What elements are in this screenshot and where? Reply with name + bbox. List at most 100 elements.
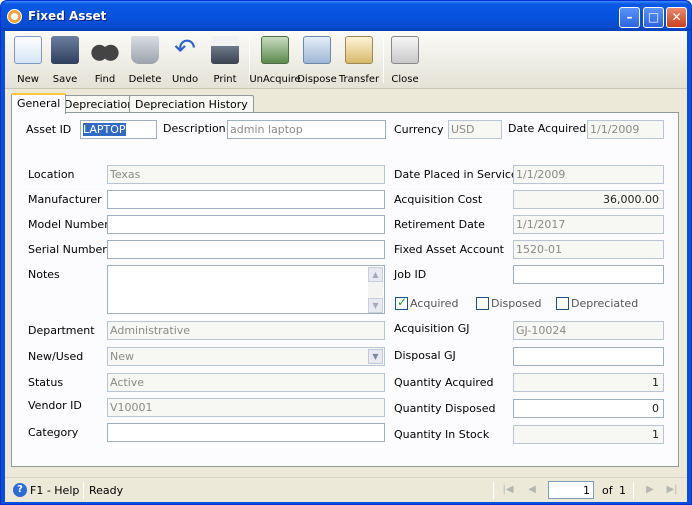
acquired-label: Acquired (410, 297, 459, 310)
manufacturer-label: Manufacturer (28, 193, 102, 206)
quantity-in-stock-label: Quantity In Stock (394, 428, 490, 441)
help-icon[interactable]: ? (13, 483, 27, 497)
tab-general[interactable]: General (11, 93, 67, 114)
notes-scrollbar[interactable]: ▲ ▼ (368, 267, 383, 313)
department-field[interactable]: Administrative (107, 321, 385, 340)
asset-id-value: LAPTOP (83, 123, 126, 136)
description-label: Description (163, 122, 226, 135)
quantity-disposed-label: Quantity Disposed (394, 402, 496, 415)
status-field[interactable]: Active (107, 373, 385, 392)
recycle-bin-icon (131, 36, 159, 64)
scroll-up-icon[interactable]: ▲ (368, 267, 383, 282)
floppy-disk-icon (51, 36, 79, 64)
header-divider (20, 186, 670, 187)
model-number-field[interactable] (107, 215, 385, 234)
tab-depreciation[interactable]: Depreciation (58, 95, 141, 113)
status-separator (83, 482, 84, 499)
currency-field[interactable]: USD (448, 120, 502, 139)
new-used-dropdown[interactable]: New ▼ (107, 347, 385, 366)
acquired-checkbox[interactable] (395, 295, 408, 310)
currency-label: Currency (394, 123, 444, 136)
first-page-icon[interactable]: |◀ (501, 483, 515, 497)
status-bar: ? F1 - Help Ready |◀ ◀ 1 of 1 ▶ ▶| (5, 477, 687, 502)
retirement-date-field[interactable]: 1/1/2017 (513, 215, 664, 234)
vendor-id-field[interactable]: V10001 (107, 398, 385, 417)
depreciated-label: Depreciated (571, 297, 639, 310)
vendor-id-label: Vendor ID (28, 399, 82, 412)
notes-label: Notes (28, 268, 60, 281)
transfer-button[interactable]: Transfer (339, 34, 379, 88)
new-used-value: New (110, 350, 134, 363)
dispose-button[interactable]: Dispose (297, 34, 337, 88)
undo-arrow-icon: ↶ (174, 34, 196, 64)
minimize-button[interactable]: – (619, 7, 640, 28)
print-label: Print (213, 74, 237, 85)
job-id-field[interactable] (513, 265, 664, 284)
binoculars-icon (91, 36, 119, 64)
print-button[interactable]: Print (205, 34, 245, 88)
quantity-acquired-field[interactable]: 1 (513, 373, 664, 392)
help-hint[interactable]: F1 - Help (30, 484, 79, 497)
printer-icon (211, 36, 239, 64)
status-separator (493, 482, 494, 499)
status-separator (633, 482, 634, 499)
toolbar: New Save Find Delete ↶ Undo Print UnAcqu… (5, 31, 687, 89)
location-field[interactable]: Texas (107, 165, 385, 184)
fixed-asset-account-field[interactable]: 1520-01 (513, 240, 664, 259)
new-used-label: New/Used (28, 350, 84, 363)
description-field[interactable]: admin laptop (227, 120, 386, 139)
category-label: Category (28, 426, 79, 439)
status-label: Status (28, 376, 64, 389)
tab-depreciation-history[interactable]: Depreciation History (129, 95, 254, 113)
acquisition-cost-field[interactable]: 36,000.00 (513, 190, 664, 209)
page-number-input[interactable]: 1 (548, 481, 594, 499)
acquisition-cost-label: Acquisition Cost (394, 193, 483, 206)
previous-page-icon[interactable]: ◀ (525, 483, 539, 497)
date-placed-field[interactable]: 1/1/2009 (513, 165, 664, 184)
general-panel: Asset ID LAPTOP Description admin laptop… (11, 112, 679, 467)
close-window-button[interactable]: ✕ (666, 7, 687, 28)
depreciated-checkbox[interactable] (556, 297, 569, 310)
fixed-asset-account-label: Fixed Asset Account (394, 243, 504, 256)
disposed-label: Disposed (491, 297, 542, 310)
title-bar[interactable]: Fixed Asset – □ ✕ (1, 1, 691, 31)
disposed-checkbox[interactable] (476, 297, 489, 310)
job-id-label: Job ID (394, 268, 427, 281)
notes-field[interactable]: ▲ ▼ (107, 265, 385, 314)
fixed-asset-window: Fixed Asset – □ ✕ New Save Find Delete ↶… (0, 0, 692, 505)
category-field[interactable] (107, 423, 385, 442)
acquisition-gj-field[interactable]: GJ-10024 (513, 321, 664, 340)
serial-number-label: Serial Number (28, 243, 107, 256)
retirement-date-label: Retirement Date (394, 218, 485, 231)
location-label: Location (28, 168, 75, 181)
total-pages: 1 (619, 484, 626, 497)
department-label: Department (28, 324, 95, 337)
manufacturer-field[interactable] (107, 190, 385, 209)
last-page-icon[interactable]: ▶| (665, 483, 679, 497)
app-icon (7, 9, 22, 24)
client-area: New Save Find Delete ↶ Undo Print UnAcqu… (5, 31, 687, 502)
unacquire-button[interactable]: UnAcquire (249, 34, 301, 88)
close-document-icon (391, 36, 419, 64)
chevron-down-icon[interactable]: ▼ (368, 349, 383, 364)
new-record-icon (14, 36, 42, 64)
close-button[interactable]: Close (385, 34, 425, 88)
asset-id-field[interactable]: LAPTOP (80, 120, 157, 139)
disposal-gj-field[interactable] (513, 347, 664, 366)
serial-number-field[interactable] (107, 240, 385, 259)
date-acquired-field[interactable]: 1/1/2009 (587, 120, 664, 139)
window-title: Fixed Asset (28, 9, 107, 23)
unacquire-icon (261, 36, 289, 64)
page-of-label: of (602, 484, 613, 497)
date-placed-label: Date Placed in Service (394, 168, 518, 181)
model-number-label: Model Number (28, 218, 109, 231)
scroll-down-icon[interactable]: ▼ (368, 298, 383, 313)
asset-id-label: Asset ID (26, 123, 72, 136)
quantity-disposed-field[interactable]: 0 (513, 399, 664, 418)
quantity-in-stock-field[interactable]: 1 (513, 425, 664, 444)
date-acquired-label: Date Acquired (508, 122, 587, 135)
maximize-button[interactable]: □ (643, 7, 664, 28)
dispose-icon (303, 36, 331, 64)
next-page-icon[interactable]: ▶ (643, 483, 657, 497)
acquisition-gj-label: Acquisition GJ (394, 322, 470, 335)
